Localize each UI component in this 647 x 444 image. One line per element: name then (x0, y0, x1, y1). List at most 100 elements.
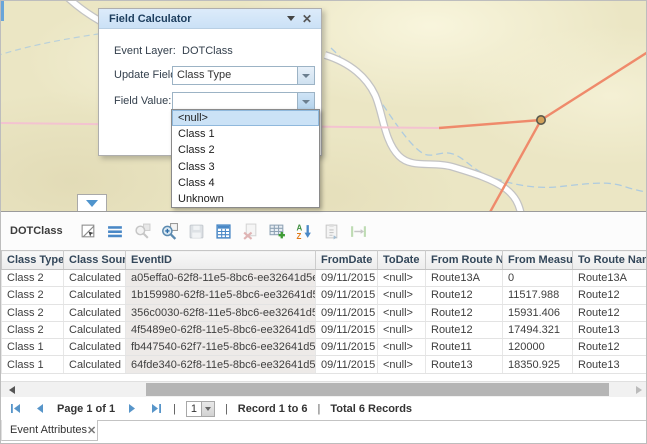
zoom-to-data-button[interactable] (158, 219, 182, 243)
select-records-button[interactable] (77, 219, 101, 243)
table-cell: Calculated (64, 356, 126, 373)
append-records-button[interactable] (266, 219, 290, 243)
update-field-dropdown-button[interactable] (297, 67, 314, 84)
table-cell: 09/11/2015 (316, 339, 378, 356)
first-page-icon (10, 403, 22, 414)
update-field-select[interactable]: Class Type (172, 66, 315, 85)
tab-event-attributes[interactable]: Event Attributes ✕ (1, 420, 98, 441)
sort-button[interactable]: A Z (293, 219, 317, 243)
table-cell: <null> (378, 270, 426, 287)
attribute-table-panel: DOTClass (1, 211, 647, 444)
table-row[interactable]: Class 1Calculated64fde340-62f8-11e5-8bc6… (2, 356, 647, 373)
column-header[interactable]: FromDate (316, 251, 378, 270)
field-value-selected-value (173, 93, 297, 110)
select-records-icon (80, 223, 97, 240)
horizontal-scrollbar[interactable] (1, 381, 647, 397)
attribute-transfer-icon (323, 223, 340, 240)
dropdown-option[interactable]: Class 3 (172, 159, 319, 175)
dropdown-option[interactable]: Unknown (172, 191, 319, 207)
column-header[interactable]: To Route Name (573, 251, 647, 270)
table-options-button[interactable] (104, 219, 128, 243)
table-row[interactable]: Class 2Calculated356c0030-62f8-11e5-8bc6… (2, 304, 647, 321)
table-cell: Route11 (426, 339, 503, 356)
chevron-down-icon (287, 16, 295, 21)
zoom-to-selected-button[interactable] (131, 219, 155, 243)
field-value-dropdown-button[interactable] (297, 93, 314, 110)
table-cell: 09/11/2015 (316, 321, 378, 338)
table-row[interactable]: Class 2Calculated1b159980-62f8-11e5-8bc6… (2, 287, 647, 304)
close-icon[interactable]: ✕ (87, 424, 96, 437)
table-cell: Route13 (426, 356, 503, 373)
table-row[interactable]: Class 2Calculateda05effa0-62f8-11e5-8bc6… (2, 270, 647, 287)
page-number-value: 1 (187, 402, 201, 416)
dialog-menu-button[interactable] (283, 12, 299, 26)
dropdown-option[interactable]: Class 2 (172, 142, 319, 158)
dropdown-option[interactable]: Class 4 (172, 175, 319, 191)
dropdown-option[interactable]: Class 1 (172, 126, 319, 142)
table-cell: Calculated (64, 270, 126, 287)
table-cell: <null> (378, 287, 426, 304)
column-header[interactable]: Class Type (2, 251, 64, 270)
clear-selection-button[interactable] (239, 219, 263, 243)
column-header[interactable]: From Route Name (426, 251, 503, 270)
table-row[interactable]: Class 2Calculated4f5489e0-62f8-11e5-8bc6… (2, 321, 647, 338)
page-number-dropdown-button[interactable] (201, 402, 214, 416)
last-page-button[interactable] (149, 402, 163, 416)
scroll-right-icon[interactable] (636, 386, 642, 394)
attribute-transfer-button[interactable] (320, 219, 344, 243)
table-options-icon (107, 223, 124, 240)
tab-label: Event Attributes (10, 424, 87, 436)
column-header[interactable]: EventID (126, 251, 316, 270)
column-header[interactable]: Class Source (64, 251, 126, 270)
route-line[interactable] (439, 120, 541, 128)
table-cell: <null> (378, 339, 426, 356)
event-layer-value: DOTClass (182, 45, 233, 57)
dropdown-option[interactable]: <null> (172, 110, 319, 126)
junction-point-marker[interactable] (537, 116, 545, 124)
page-count-label: Page 1 of 1 (57, 403, 115, 415)
field-calculator-button[interactable] (212, 219, 236, 243)
last-page-icon (150, 403, 162, 414)
column-header[interactable]: From Measure (503, 251, 573, 270)
chevron-down-icon (205, 407, 211, 411)
table-header-row: Class TypeClass SourceEventIDFromDateToD… (2, 251, 647, 270)
stream-line (1, 34, 98, 56)
table-row[interactable]: Class 1Calculatedfb447540-62f7-11e5-8bc6… (2, 339, 647, 356)
next-page-button[interactable] (125, 402, 139, 416)
dialog-titlebar[interactable]: Field Calculator ✕ (99, 9, 321, 29)
table-cell: 09/11/2015 (316, 304, 378, 321)
table-cell: 356c0030-62f8-11e5-8bc6-ee32641d5ec9 (126, 304, 316, 321)
first-page-button[interactable] (9, 402, 23, 416)
resize-columns-button[interactable] (347, 219, 371, 243)
table-cell: Class 2 (2, 270, 64, 287)
table-cell: 15931.406 (503, 304, 573, 321)
separator: | (317, 403, 320, 415)
table-cell: 120000 (503, 339, 573, 356)
pagination-bar: Page 1 of 1 | 1 | Record 1 to 6 | Total … (1, 397, 647, 420)
scrollbar-thumb[interactable] (146, 383, 609, 396)
chevron-down-icon (302, 74, 310, 78)
table-cell: Class 2 (2, 304, 64, 321)
scroll-left-icon[interactable] (9, 386, 15, 394)
previous-page-button[interactable] (33, 402, 47, 416)
column-header[interactable]: ToDate (378, 251, 426, 270)
table-cell: Route13 (573, 356, 647, 373)
table-cell: Route13A (573, 270, 647, 287)
save-button[interactable] (185, 219, 209, 243)
attribute-table: Class TypeClass SourceEventIDFromDateToD… (1, 250, 647, 374)
table-cell: Class 1 (2, 356, 64, 373)
save-icon (188, 223, 205, 240)
resize-columns-icon (350, 223, 367, 240)
route-line[interactable] (541, 50, 647, 120)
table-cell: Route12 (426, 321, 503, 338)
table-cell: 09/11/2015 (316, 287, 378, 304)
record-range-label: Record 1 to 6 (238, 403, 308, 415)
table-collapse-button[interactable] (77, 194, 107, 211)
table-cell: Route12 (573, 304, 647, 321)
total-records-label: Total 6 Records (330, 403, 412, 415)
zoom-to-selected-icon (134, 223, 151, 240)
page-number-select[interactable]: 1 (186, 401, 215, 417)
dialog-close-button[interactable]: ✕ (299, 12, 315, 26)
table-cell: 4f5489e0-62f8-11e5-8bc6-ee32641d5ec9 (126, 321, 316, 338)
table-cell: fb447540-62f7-11e5-8bc6-ee32641d5ec9 (126, 339, 316, 356)
